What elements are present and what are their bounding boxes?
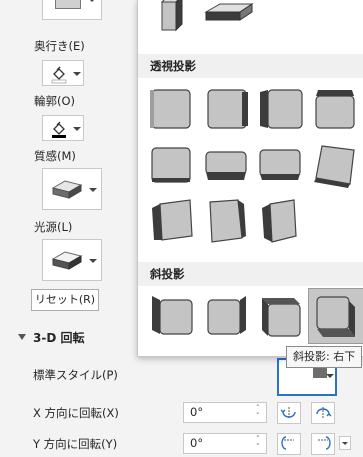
cube-icon [204, 3, 254, 21]
rotate-left-icon [280, 407, 296, 419]
rotate-up-icon [281, 436, 294, 450]
lighting-label: 光源(L) [34, 220, 73, 234]
y-rotation-value: 0° [190, 436, 204, 450]
preset-tile-perspective-8[interactable] [308, 138, 360, 190]
rotation-preset-gallery: 透視投影 斜投影 [137, 0, 363, 357]
material-button[interactable] [42, 168, 102, 210]
cube-icon [151, 147, 191, 183]
bevel-top-button[interactable] [42, 0, 102, 20]
preset-tile-top-1[interactable] [148, 0, 200, 34]
preset-tile-oblique-3[interactable] [254, 290, 306, 342]
y-rotation-input[interactable]: 0° ˄ ˅ [183, 433, 267, 454]
cube-icon [259, 149, 301, 180]
spin-arrows-icon[interactable]: ˄ ˅ [256, 435, 264, 452]
rotate-down-button[interactable] [311, 433, 335, 455]
cube-icon [316, 296, 355, 337]
chevron-down-icon [342, 442, 348, 445]
chevron-down-icon [73, 127, 81, 131]
preset-tile-perspective-7[interactable] [254, 138, 306, 190]
x-rotation-label: X 方向に回転(X) [33, 406, 119, 420]
cube-icon [207, 296, 246, 335]
paint-bucket-icon [51, 66, 67, 84]
preset-tile-perspective-5[interactable] [146, 138, 198, 190]
collapse-triangle-icon[interactable] [18, 334, 26, 340]
chevron-down-icon [89, 188, 97, 192]
rotate-up-button[interactable] [277, 433, 301, 455]
cube-icon [262, 199, 297, 243]
preset-tile-perspective-1[interactable] [146, 82, 198, 134]
cube-icon [260, 89, 303, 129]
cube-icon [160, 0, 183, 32]
preset-tile-oblique-bottom-right[interactable] [308, 288, 363, 344]
perspective-header: 透視投影 [138, 54, 363, 78]
presets-label: 標準スタイル(P) [33, 368, 118, 382]
cube-icon [315, 90, 355, 129]
chevron-down-icon [88, 0, 96, 2]
reset-button[interactable]: リセット(R) [31, 289, 99, 311]
cube-icon [150, 89, 191, 129]
depth-label: 奥行き(E) [34, 39, 85, 53]
cube-icon [152, 199, 193, 241]
scroll-down-button[interactable] [339, 436, 351, 450]
preset-tile-perspective-6[interactable] [200, 138, 252, 190]
depth-color-button[interactable] [42, 60, 84, 86]
paint-bucket-icon [52, 121, 66, 138]
cube-icon [262, 298, 301, 337]
rotate-left-button[interactable] [277, 402, 301, 424]
cube-icon [152, 296, 193, 335]
cube-icon [205, 151, 247, 180]
oblique-header: 斜投影 [138, 262, 363, 286]
chevron-down-icon [326, 374, 334, 378]
cube-icon [314, 145, 355, 188]
preset-tile-perspective-9[interactable] [146, 194, 198, 246]
spin-arrows-icon[interactable]: ˄ ˅ [256, 404, 264, 421]
preset-tile-perspective-3[interactable] [254, 82, 306, 134]
preset-tooltip: 斜投影: 右下 [286, 346, 363, 368]
preset-tile-perspective-4[interactable] [308, 82, 360, 134]
preset-tile-oblique-2[interactable] [200, 290, 252, 342]
rotate-down-icon [318, 436, 331, 450]
preset-tile-oblique-1[interactable] [146, 290, 198, 342]
cube-icon [207, 89, 248, 129]
x-rotation-input[interactable]: 0° ˄ ˅ [183, 402, 267, 423]
x-rotation-value: 0° [190, 405, 204, 419]
reset-button-label: リセット(R) [34, 293, 96, 306]
cube-icon [209, 199, 246, 243]
contour-color-button[interactable] [42, 115, 84, 141]
material-preview-icon [51, 180, 83, 199]
chevron-down-icon [73, 72, 81, 76]
rotate-right-icon [316, 407, 332, 419]
lighting-preview-icon [51, 251, 83, 270]
lighting-button[interactable] [42, 239, 102, 281]
material-label: 質感(M) [34, 149, 76, 163]
preset-tile-top-2[interactable] [200, 0, 262, 34]
chevron-down-icon [89, 259, 97, 263]
y-rotation-label: Y 方向に回転(Y) [33, 437, 118, 451]
preset-tile-perspective-2[interactable] [200, 82, 252, 134]
rotation-section-title[interactable]: 3-D 回転 [33, 329, 84, 346]
preset-tile-perspective-11[interactable] [254, 194, 306, 246]
rotate-right-button[interactable] [311, 402, 335, 424]
bevel-swatch-icon [55, 0, 81, 9]
contour-label: 輪郭(O) [34, 94, 76, 108]
preset-tile-perspective-10[interactable] [200, 194, 252, 246]
